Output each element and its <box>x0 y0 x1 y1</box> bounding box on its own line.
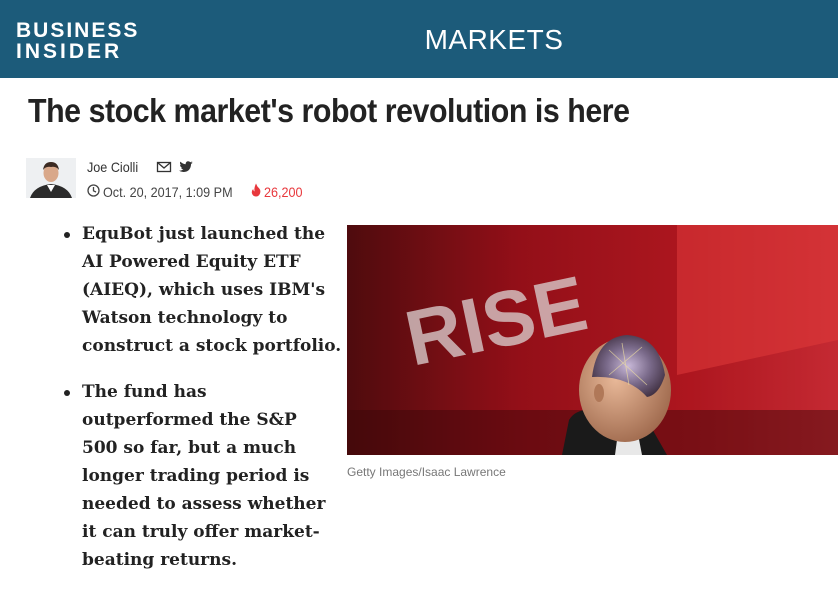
author-name[interactable]: Joe Ciolli <box>87 159 138 175</box>
summary-bullets: EquBot just launched the AI Powered Equi… <box>64 220 342 592</box>
view-count: 26,200 <box>263 183 303 200</box>
section-title[interactable]: MARKETS <box>0 24 838 56</box>
publish-date: Oct. 20, 2017, 1:09 PM <box>103 183 233 200</box>
author-avatar[interactable] <box>26 158 76 198</box>
author-row: Joe Ciolli <box>87 159 194 175</box>
bullet-item: EquBot just launched the AI Powered Equi… <box>64 220 342 360</box>
clock-icon <box>87 183 100 200</box>
article-photo[interactable]: RISE <box>347 225 838 455</box>
flame-icon <box>251 183 261 200</box>
section-label: MARKETS <box>424 24 564 55</box>
site-header: BUSINESS INSIDER MARKETS <box>0 0 838 78</box>
article-meta: Oct. 20, 2017, 1:09 PM 26,200 <box>87 183 307 200</box>
bullet-item: The fund has outperformed the S&P 500 so… <box>64 378 337 574</box>
photo-caption: Getty Images/Isaac Lawrence <box>347 465 506 479</box>
article-title: The stock market's robot revolution is h… <box>28 92 630 129</box>
twitter-icon[interactable] <box>178 160 194 174</box>
email-icon[interactable] <box>156 160 172 174</box>
